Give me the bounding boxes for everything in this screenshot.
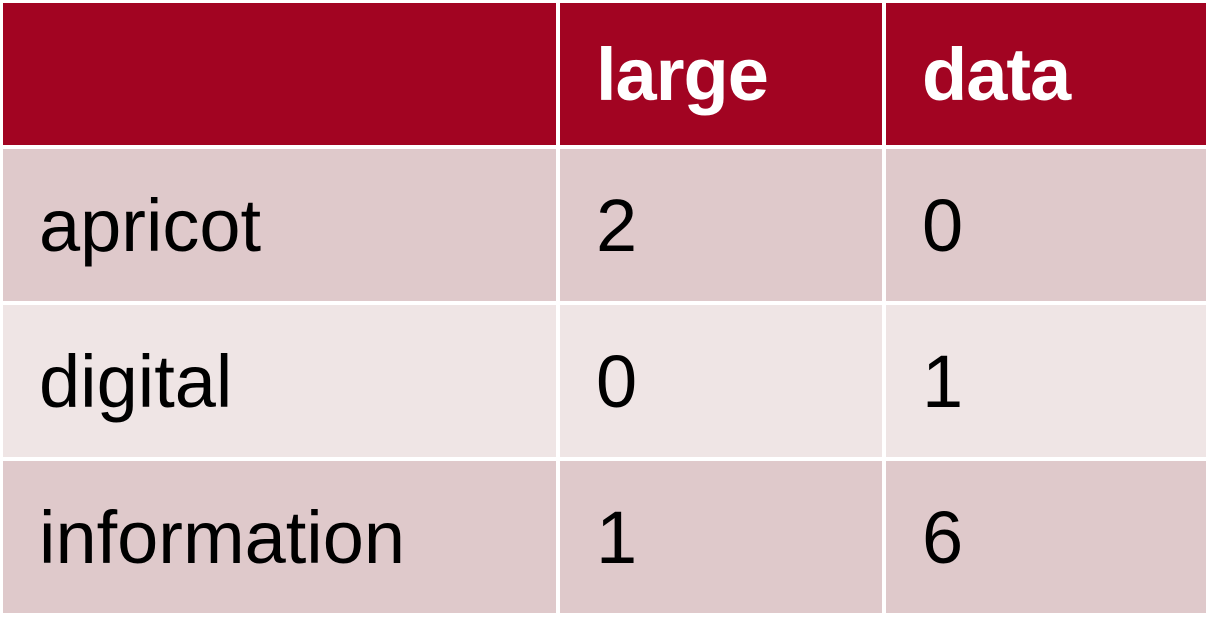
table-container: large data apricot 2 0 digital 0 1 infor… — [0, 0, 1208, 616]
table-row: information 1 6 — [3, 461, 1206, 613]
row-label-cell: information — [3, 461, 556, 613]
value-cell: 1 — [886, 305, 1206, 457]
header-cell-data: data — [886, 3, 1206, 145]
co-occurrence-table: large data apricot 2 0 digital 0 1 infor… — [0, 0, 1208, 617]
value-cell: 2 — [560, 149, 882, 301]
row-label-cell: digital — [3, 305, 556, 457]
header-row: large data — [3, 3, 1206, 145]
value-cell: 6 — [886, 461, 1206, 613]
table-row: digital 0 1 — [3, 305, 1206, 457]
value-cell: 1 — [560, 461, 882, 613]
header-cell-large: large — [560, 3, 882, 145]
value-cell: 0 — [886, 149, 1206, 301]
value-cell: 0 — [560, 305, 882, 457]
header-cell-empty — [3, 3, 556, 145]
table-row: apricot 2 0 — [3, 149, 1206, 301]
row-label-cell: apricot — [3, 149, 556, 301]
